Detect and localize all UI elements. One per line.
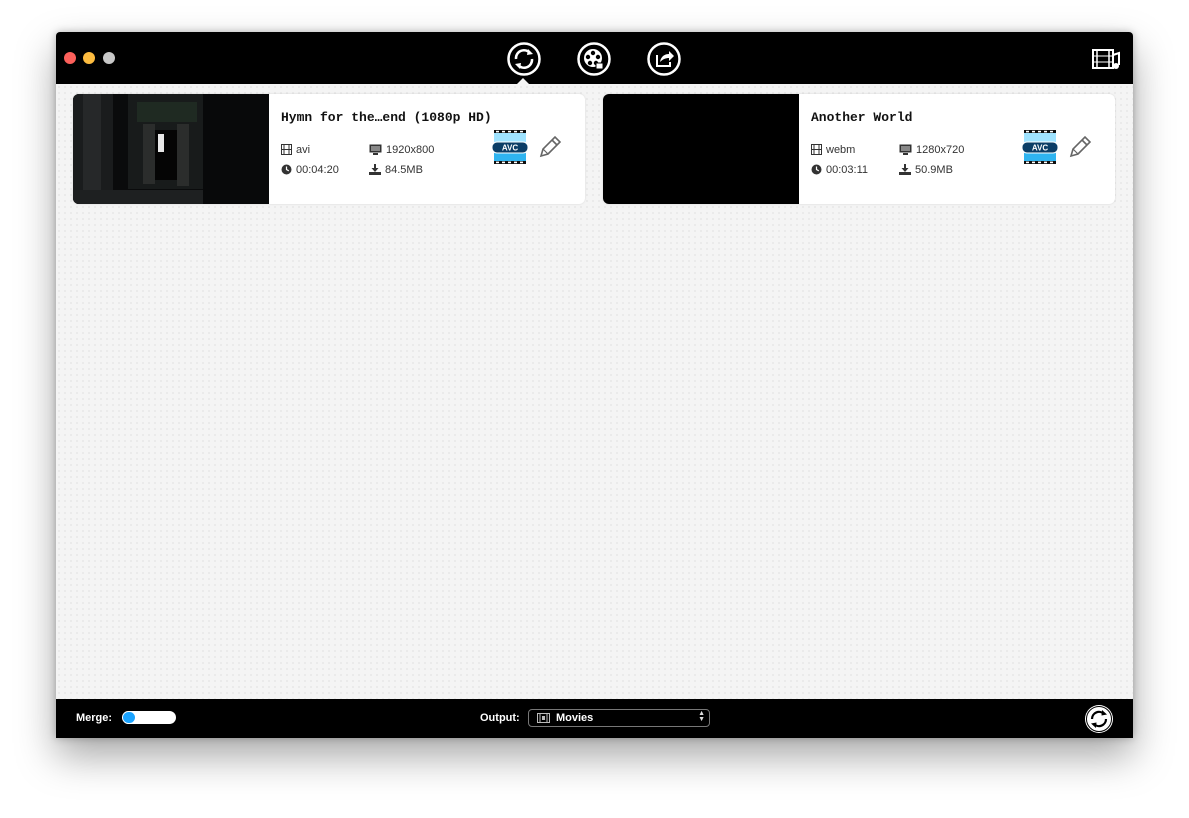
folder-icon <box>537 713 550 723</box>
file-list-area: Hymn for the…end (1080p HD) avi 1920x800… <box>56 84 1133 699</box>
avc-video-format-icon: AVC <box>491 130 529 164</box>
file-size: 84.5MB <box>369 164 423 176</box>
file-resolution-value: 1280x720 <box>916 144 965 156</box>
video-tab-button[interactable] <box>577 42 611 76</box>
file-card[interactable]: Hymn for the…end (1080p HD) avi 1920x800… <box>73 94 585 204</box>
video-thumbnail <box>73 94 269 204</box>
file-title: Another World <box>811 110 913 125</box>
file-format: webm <box>811 144 855 156</box>
share-tab-button[interactable] <box>647 42 681 76</box>
video-thumbnail <box>603 94 799 204</box>
app-window: Hymn for the…end (1080p HD) avi 1920x800… <box>56 32 1133 738</box>
edit-button[interactable] <box>1067 134 1093 160</box>
file-format: avi <box>281 144 310 156</box>
file-format-value: webm <box>826 144 856 156</box>
file-size-value: 50.9MB <box>915 164 953 176</box>
convert-icon <box>507 42 541 76</box>
file-size: 50.9MB <box>899 164 953 176</box>
download-icon <box>369 164 381 175</box>
merge-label: Merge: <box>76 712 113 724</box>
file-card[interactable]: Another World webm 1280x720 00:03:11 50.… <box>603 94 1115 204</box>
toggle-knob <box>123 712 135 723</box>
avc-video-format-icon: AVC <box>1021 130 1059 164</box>
film-icon <box>281 144 292 155</box>
edit-button[interactable] <box>537 134 563 160</box>
zoom-window-button[interactable] <box>103 52 115 64</box>
download-icon <box>899 164 911 175</box>
output-format-button[interactable]: AVC <box>1021 130 1059 164</box>
media-library-button[interactable] <box>1091 45 1121 73</box>
file-duration: 00:03:11 <box>811 164 868 176</box>
file-duration-value: 00:03:11 <box>826 164 869 176</box>
monitor-icon <box>899 144 912 155</box>
file-resolution: 1920x800 <box>369 144 434 156</box>
file-resolution-value: 1920x800 <box>386 144 435 156</box>
close-window-button[interactable] <box>64 52 76 64</box>
pencil-icon <box>539 135 562 158</box>
file-title: Hymn for the…end (1080p HD) <box>281 110 492 125</box>
monitor-icon <box>369 144 382 155</box>
file-size-value: 84.5MB <box>385 164 423 176</box>
convert-tab-button[interactable] <box>507 42 541 76</box>
media-library-icon <box>1092 49 1120 69</box>
clock-icon <box>281 164 292 175</box>
convert-icon <box>1085 705 1113 733</box>
film-icon <box>811 144 822 155</box>
merge-toggle[interactable] <box>122 711 176 724</box>
title-bar <box>56 32 1133 85</box>
reel-icon <box>577 42 611 76</box>
output-folder-select[interactable]: Movies ▲ ▼ <box>528 709 710 727</box>
codec-label: AVC <box>502 144 519 153</box>
codec-label: AVC <box>1032 144 1049 153</box>
output-label: Output: <box>480 712 520 724</box>
bottom-bar: Merge: Output: Movies ▲ ▼ <box>56 699 1133 738</box>
minimize-window-button[interactable] <box>83 52 95 64</box>
clock-icon <box>811 164 822 175</box>
file-resolution: 1280x720 <box>899 144 964 156</box>
output-format-button[interactable]: AVC <box>491 130 529 164</box>
pencil-icon <box>1069 135 1092 158</box>
share-icon <box>647 42 681 76</box>
convert-all-button[interactable] <box>1084 704 1114 734</box>
select-arrows-icon: ▲ ▼ <box>698 710 705 723</box>
file-format-value: avi <box>296 144 311 156</box>
file-duration: 00:04:20 <box>281 164 339 176</box>
output-folder-value: Movies <box>556 712 594 724</box>
file-duration-value: 00:04:20 <box>296 164 339 176</box>
